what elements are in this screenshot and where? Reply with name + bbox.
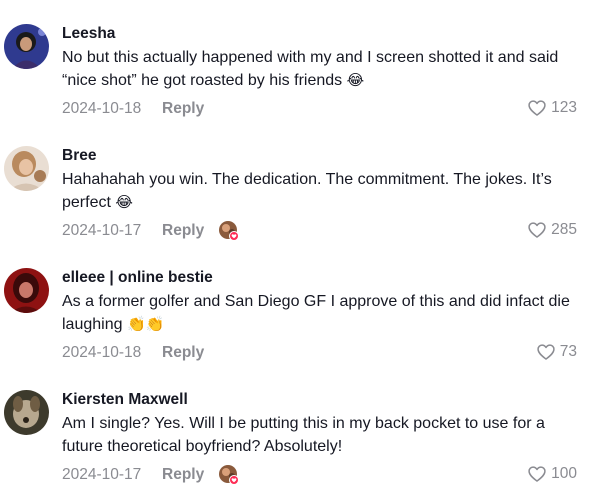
comment-emoji: 😂 <box>115 193 133 211</box>
heart-outline-icon <box>528 222 546 238</box>
comment-emoji: 👏👏 <box>126 315 165 333</box>
comment-text: No but this actually happened with my an… <box>62 46 584 92</box>
like-count: 123 <box>551 99 577 116</box>
creator-liked-avatar-icon <box>219 465 239 485</box>
comment-author[interactable]: elleee | online bestie <box>62 268 584 288</box>
like-count: 100 <box>551 465 577 482</box>
comment-date: 2024-10-18 <box>62 100 142 117</box>
avatar[interactable] <box>4 146 49 191</box>
creator-liked-avatar-icon <box>219 221 239 241</box>
avatar[interactable] <box>4 268 49 313</box>
comment-text: As a former golfer and San Diego GF I ap… <box>62 290 584 336</box>
comment-date: 2024-10-18 <box>62 344 142 361</box>
like-count: 73 <box>559 343 577 360</box>
like-button[interactable]: 100 <box>527 464 577 484</box>
comment-date: 2024-10-17 <box>62 222 142 239</box>
avatar[interactable] <box>4 390 49 435</box>
like-button[interactable]: 285 <box>527 220 577 240</box>
comment-meta: 2024-10-18 Reply 123 <box>62 98 584 122</box>
comment-body: Kiersten Maxwell Am I single? Yes. Will … <box>62 390 584 488</box>
reply-button[interactable]: Reply <box>162 466 204 484</box>
comment-author[interactable]: Bree <box>62 146 584 166</box>
heart-outline-icon <box>537 344 555 360</box>
like-button[interactable]: 123 <box>527 98 577 118</box>
like-count: 285 <box>551 221 577 238</box>
comment-text: Hahahahah you win. The dedication. The c… <box>62 168 584 214</box>
like-button[interactable]: 73 <box>536 342 577 362</box>
reply-button[interactable]: Reply <box>162 344 204 362</box>
comment-body: Bree Hahahahah you win. The dedication. … <box>62 146 584 244</box>
comment-list: Leesha No but this actually happened wit… <box>0 0 594 496</box>
comment-text-content: Hahahahah you win. The dedication. The c… <box>62 171 552 211</box>
comment-emoji: 😂 <box>346 71 365 89</box>
comment-text-content: No but this actually happened with my an… <box>62 49 559 89</box>
comment-meta: 2024-10-18 Reply 73 <box>62 342 584 366</box>
comment-body: Leesha No but this actually happened wit… <box>62 24 584 122</box>
comment-date: 2024-10-17 <box>62 466 142 483</box>
avatar[interactable] <box>4 24 49 69</box>
comment-meta: 2024-10-17 Reply 285 <box>62 220 584 244</box>
reply-button[interactable]: Reply <box>162 222 204 240</box>
comment-text-content: Am I single? Yes. Will I be putting this… <box>62 415 545 455</box>
comment-author[interactable]: Kiersten Maxwell <box>62 390 584 410</box>
comment-body: elleee | online bestie As a former golfe… <box>62 268 584 366</box>
comment-meta: 2024-10-17 Reply 100 <box>62 464 584 488</box>
heart-outline-icon <box>528 466 546 482</box>
reply-button[interactable]: Reply <box>162 100 204 118</box>
comment-author[interactable]: Leesha <box>62 24 584 44</box>
comment-text: Am I single? Yes. Will I be putting this… <box>62 412 584 458</box>
heart-outline-icon <box>528 100 546 116</box>
